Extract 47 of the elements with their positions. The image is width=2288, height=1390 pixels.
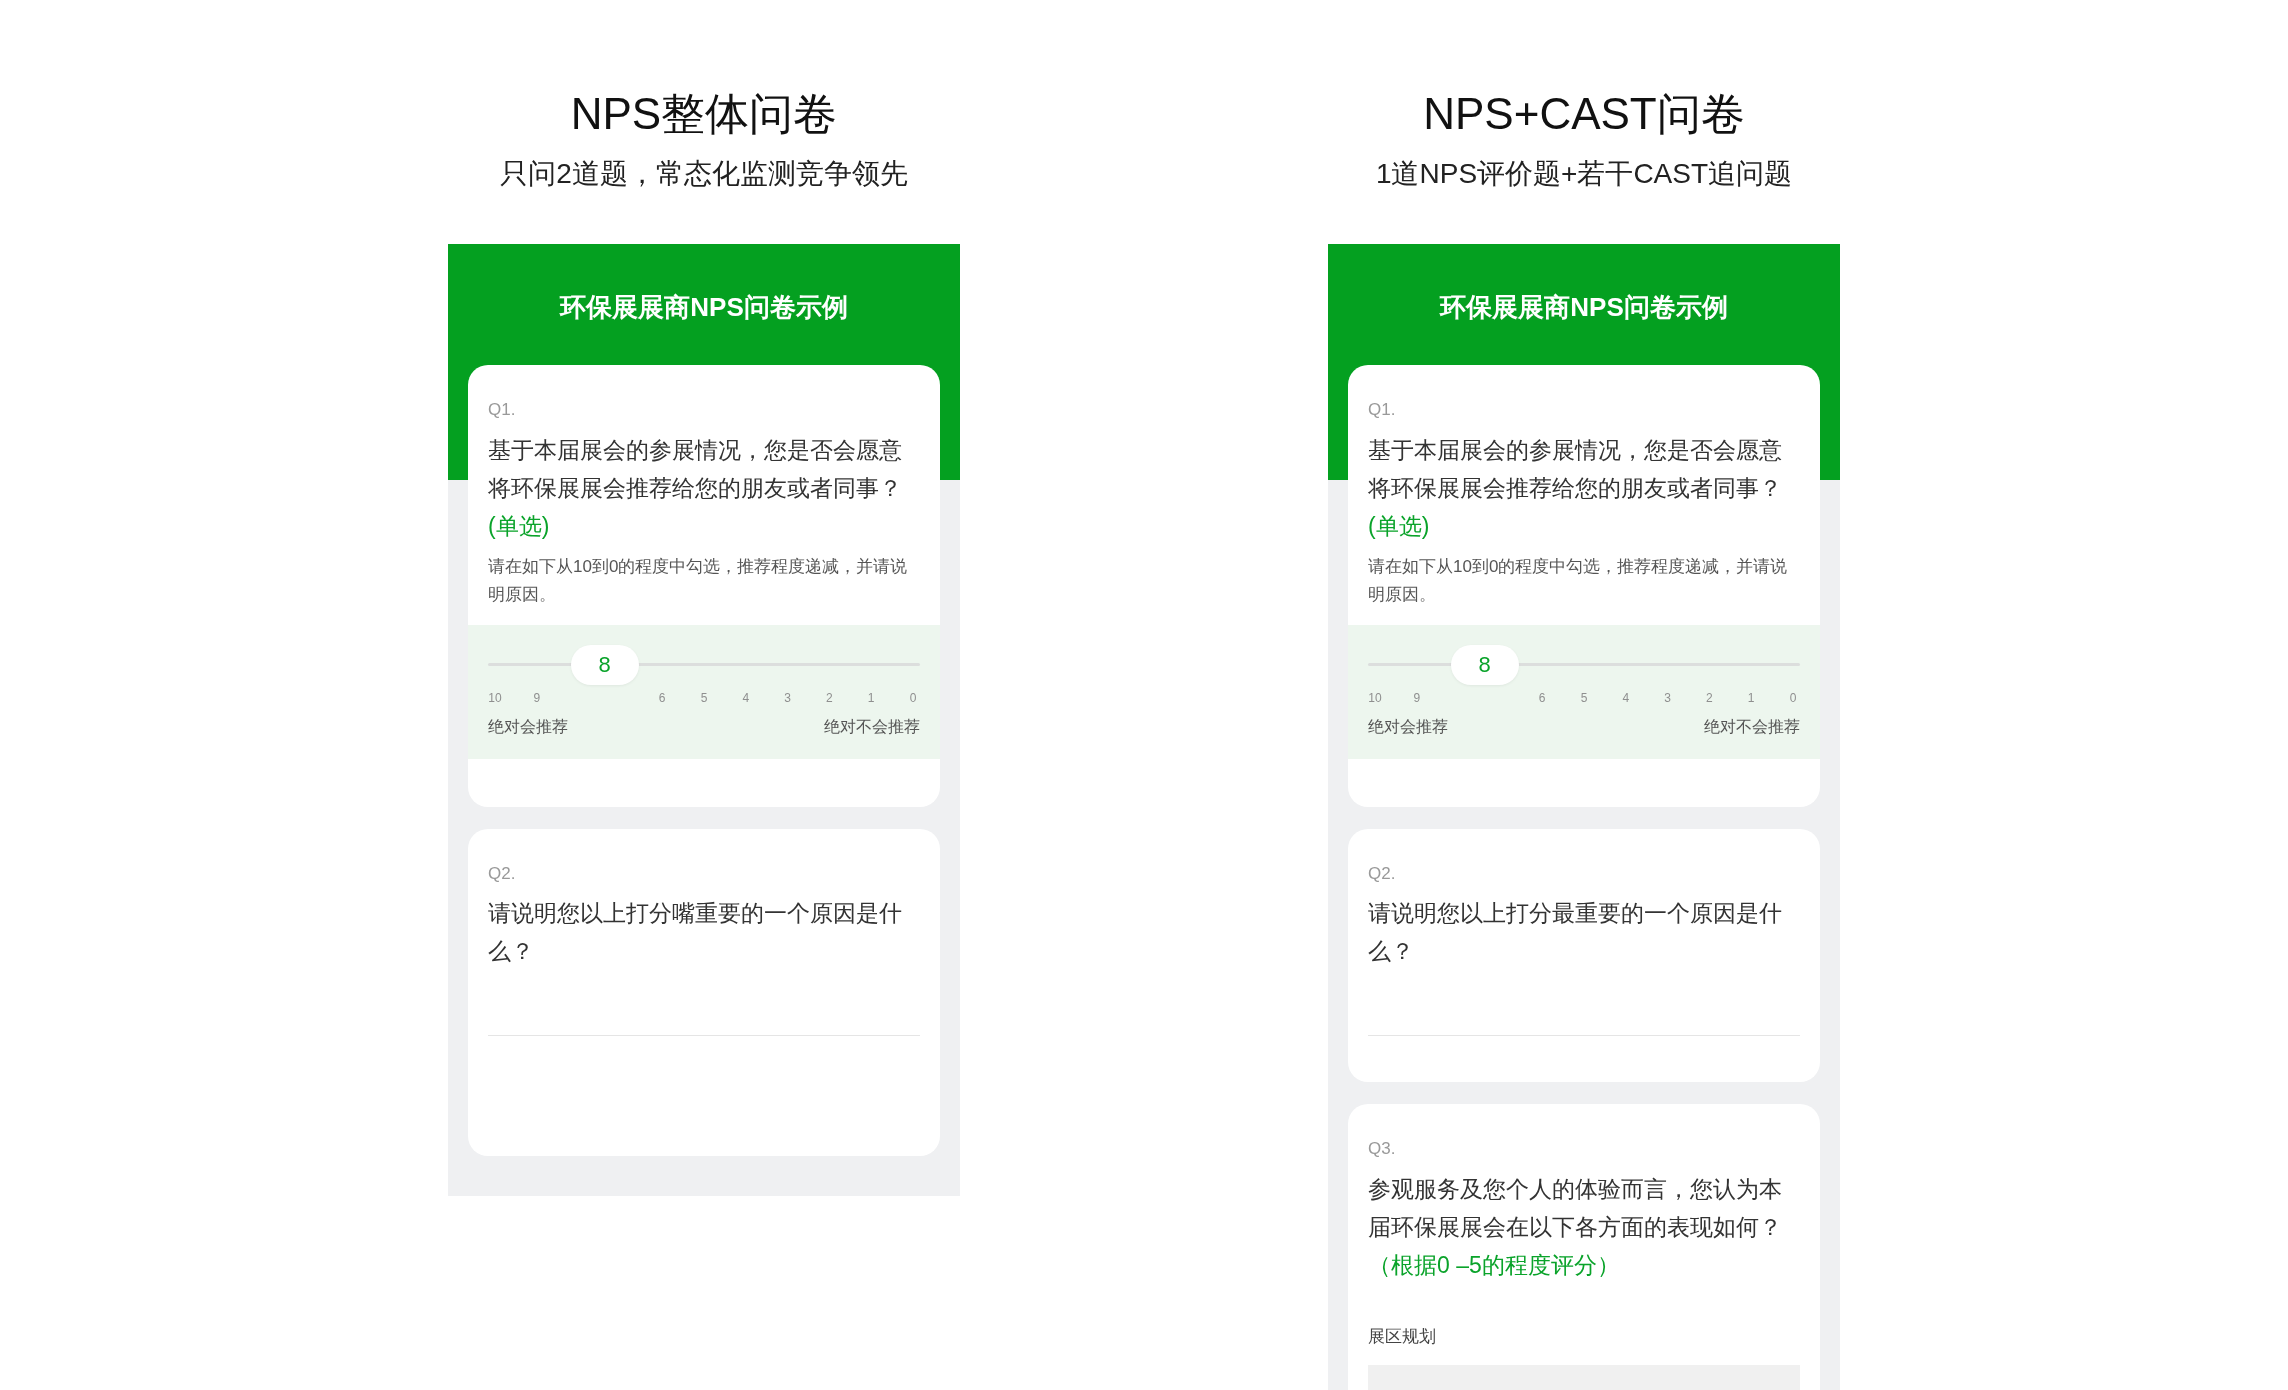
section-heading: NPS+CAST问卷 [1423, 88, 1745, 140]
tick-label: 9 [532, 689, 542, 707]
item-label: 展区规划 [1367, 1325, 1437, 1348]
tick-label: 3 [783, 689, 792, 707]
section-heading: NPS整体问卷 [570, 88, 838, 140]
question-number: Q2. [1367, 862, 1397, 885]
tick-label: 2 [825, 689, 834, 707]
tick-label: 1 [866, 689, 876, 707]
slider-thumb[interactable]: 8 [1450, 644, 1519, 685]
question-text: 基于本届展会的参展情况，您是否会愿意将环保展展会推荐给您的朋友或者同事？ [1367, 435, 1783, 503]
tick-label: 3 [1663, 689, 1672, 707]
scale-label: 绝对不会推荐 [824, 716, 920, 737]
question-tag: (单选) [468, 506, 940, 545]
question-text: 基于本届展会的参展情况，您是否会愿意将环保展展会推荐给您的朋友或者同事？ [487, 435, 903, 503]
tick-label: 2 [1705, 689, 1714, 707]
survey-title: 环保展展商NPS问卷示例 [558, 291, 849, 324]
tick-label: 6 [657, 689, 667, 707]
tick-label: 5 [699, 689, 709, 707]
section-subheading: 1道NPS评价题+若干CAST追问题 [1375, 157, 1793, 191]
tick-label: 4 [1621, 689, 1631, 707]
tick-label: 9 [1412, 689, 1422, 707]
tick-label: 0 [1788, 689, 1798, 707]
slider[interactable]: 8 [1368, 644, 1800, 685]
question-text: 请说明您以上打分嘴重要的一个原因是什么？ [487, 899, 903, 966]
question-text: 请说明您以上打分最重要的一个原因是什么？ [1367, 899, 1783, 966]
slider-thumb[interactable]: 8 [570, 644, 639, 685]
question-number: Q3. [1367, 1138, 1397, 1160]
tick-label: 10 [1368, 689, 1382, 707]
question-note: 请在如下从10到0的程度中勾选，推荐程度递减，并请说明原因。 [487, 555, 909, 606]
tick-label: 0 [908, 689, 918, 707]
question-text: 参观服务及您个人的体验而言，您认为本届环保展展会在以下各方面的表现如何？ （根据0 –5的程度评分） [1367, 1174, 1783, 1280]
tick-label: 1 [1746, 689, 1756, 707]
scale-label: 绝对会推荐 [488, 716, 568, 737]
tick-label: 10 [488, 689, 502, 707]
scale-label: 绝对不会推荐 [1704, 716, 1800, 737]
tick-label: 4 [741, 689, 751, 707]
question-note: 请在如下从10到0的程度中勾选，推荐程度递减，并请说明原因。 [1367, 555, 1789, 606]
slider[interactable]: 8 [488, 644, 920, 685]
question-number: Q1. [1367, 399, 1397, 421]
question-number: Q1. [487, 399, 517, 421]
tick-label: 6 [1537, 689, 1547, 707]
question-tag: (单选) [1348, 506, 1820, 545]
section-subheading: 只问2道题，常态化监测竞争领先 [500, 157, 908, 191]
tick-label: 5 [1579, 689, 1589, 707]
survey-title: 环保展展商NPS问卷示例 [1438, 291, 1729, 324]
scale-label: 绝对会推荐 [1368, 716, 1448, 737]
question-number: Q2. [487, 862, 517, 885]
